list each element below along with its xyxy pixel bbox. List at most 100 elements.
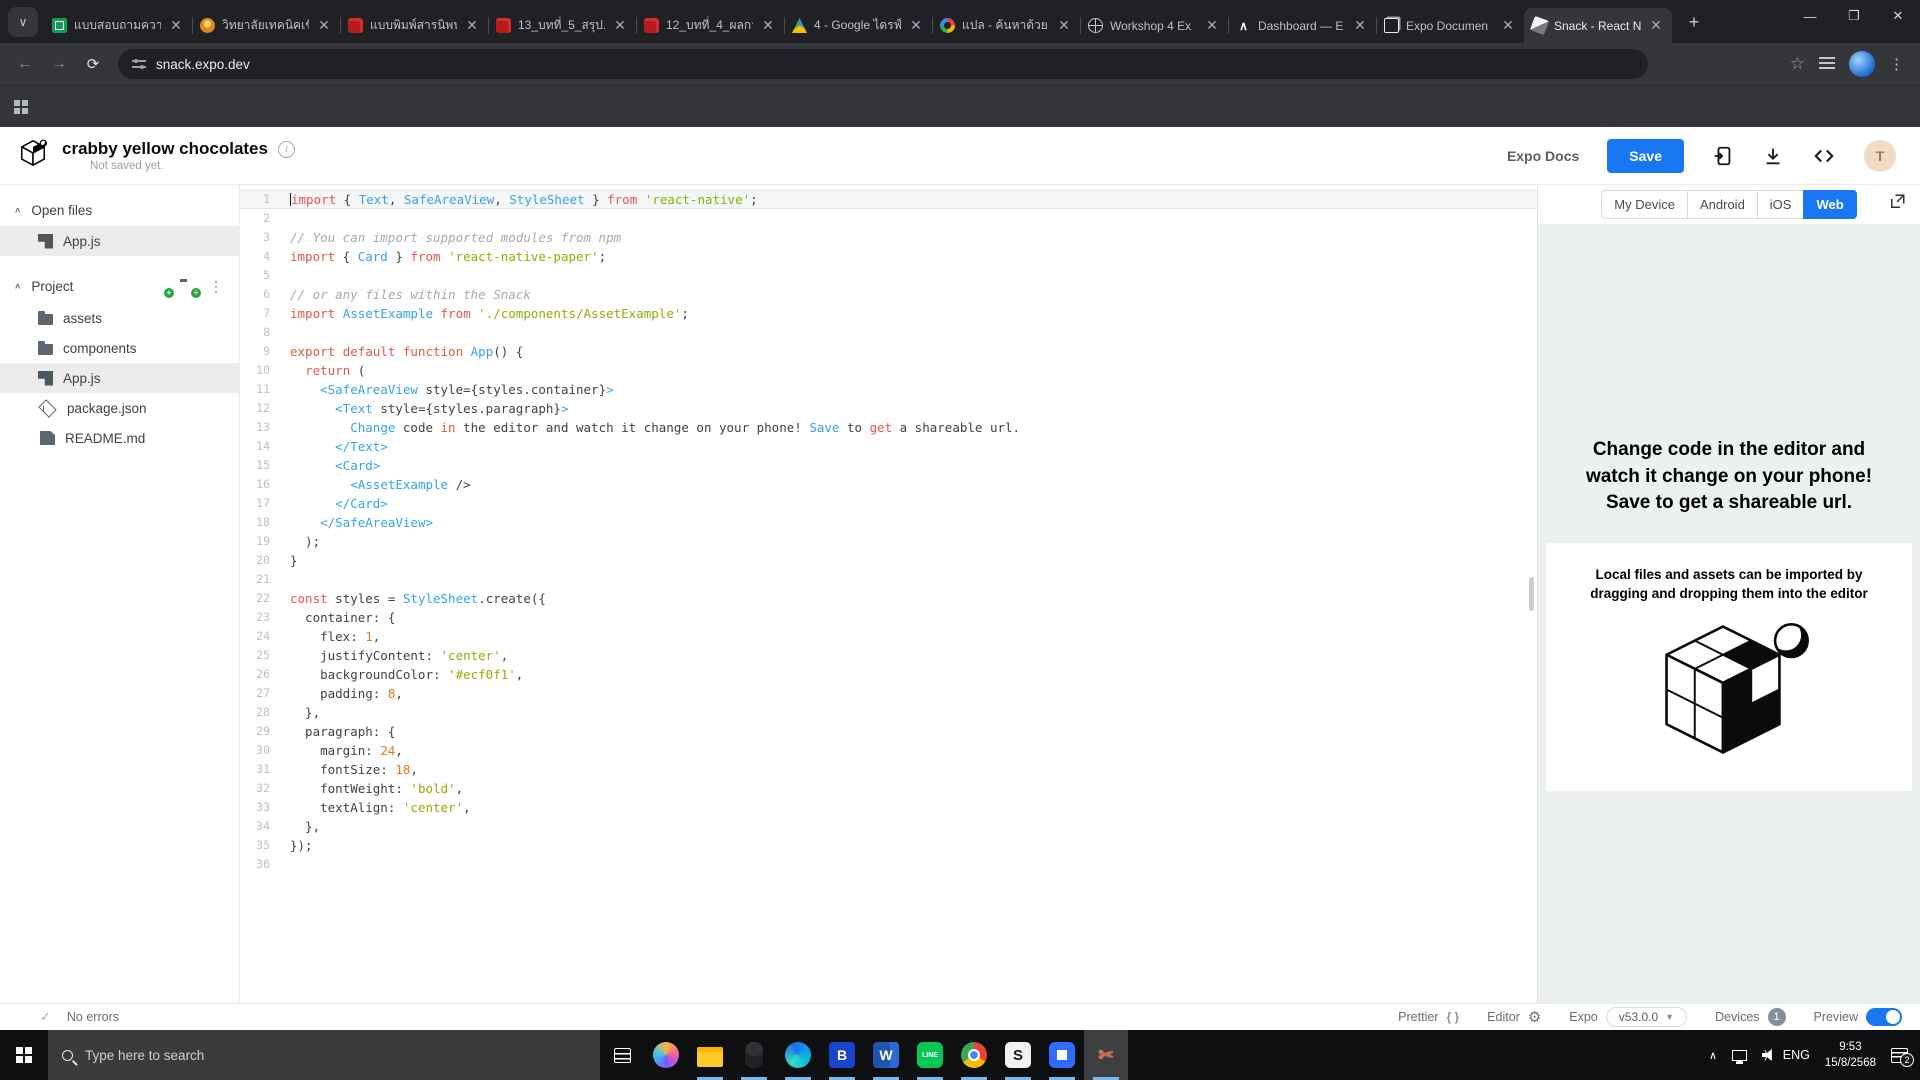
code-line: 7import AssetExample from './components/… [240,304,1537,323]
sidebar-item-app-js[interactable]: App.js [0,226,239,256]
minimize-button[interactable]: — [1788,0,1832,32]
tab-close-icon[interactable]: ✕ [168,18,184,34]
screen-capture-icon[interactable]: ✂ [1084,1030,1128,1080]
tab-close-icon[interactable]: ✕ [316,18,332,34]
expo-docs-link[interactable]: Expo Docs [1507,148,1579,164]
taskbar-search-input[interactable]: Type here to search [48,1030,600,1080]
paint-app-icon[interactable]: B [820,1030,864,1080]
task-view-button[interactable] [600,1030,644,1080]
language-indicator[interactable]: ENG [1783,1048,1810,1062]
start-button[interactable] [0,1030,48,1080]
globe-favicon [1088,18,1103,33]
tab-close-icon[interactable]: ✕ [760,18,776,34]
maximize-button[interactable]: ❐ [1832,0,1876,32]
reload-button[interactable]: ⟳ [78,49,108,79]
device-tab-android[interactable]: Android [1687,190,1758,219]
tab-close-icon[interactable]: ✕ [1204,18,1220,34]
url-text: snack.expo.dev [156,57,250,72]
back-button[interactable]: ← [10,49,40,79]
copilot-icon[interactable] [644,1030,688,1080]
new-tab-button[interactable]: + [1680,8,1708,36]
browser-tab[interactable]: Snack - React N✕ [1524,8,1672,43]
sidebar-item-readme-md[interactable]: README.md [0,423,239,453]
site-info-icon[interactable] [132,57,146,71]
code-editor[interactable]: 1import { Text, SafeAreaView, StyleSheet… [240,185,1537,1003]
browser-tab[interactable]: วิทยาลัยเทคนิคเชี✕ [192,8,340,43]
save-button[interactable]: Save [1607,139,1684,173]
forward-button[interactable]: → [44,49,74,79]
code-line: 21 [240,570,1537,589]
line-number: 26 [240,665,290,684]
address-bar[interactable]: snack.expo.dev [118,49,1648,79]
file-explorer-icon[interactable] [688,1030,732,1080]
project-header[interactable]: ∧ Project + + ⋮ [0,270,239,303]
open-external-icon[interactable] [1888,193,1906,216]
browser-tab[interactable]: Expo Documen✕ [1376,8,1524,43]
window-controls: — ❐ ✕ [1788,0,1920,32]
sidebar-item-components[interactable]: components [0,333,239,363]
sdk-version-dropdown[interactable]: v53.0.0 ▼ [1606,1007,1687,1027]
sidebar-item-assets[interactable]: assets [0,303,239,333]
browser-profile-avatar[interactable] [1849,51,1875,77]
tab-close-icon[interactable]: ✕ [1648,18,1664,34]
volume-icon[interactable]: ) [1762,1049,1768,1061]
new-file-icon[interactable]: + [153,279,170,295]
tab-close-icon[interactable]: ✕ [1352,18,1368,34]
sidebar-item-app-js[interactable]: App.js [0,363,239,393]
browser-tab[interactable]: 12_บทที่_4_ผลกา✕ [636,8,784,43]
line-number: 29 [240,722,290,741]
notification-icon[interactable]: 2 [1891,1048,1908,1063]
embed-code-icon[interactable] [1812,145,1836,167]
s-app-icon[interactable]: S [996,1030,1040,1080]
editor-settings-button[interactable]: Editor ⚙ [1487,1008,1541,1026]
new-folder-icon[interactable]: + [180,279,197,295]
tab-close-icon[interactable]: ✕ [1056,18,1072,34]
run-on-device-icon[interactable] [1712,145,1734,167]
browser-tab[interactable]: Workshop 4 Ex✕ [1080,8,1228,43]
sidebar-item-package-json[interactable]: package.json [0,393,239,423]
tray-chevron-up-icon[interactable]: ∧ [1709,1049,1717,1062]
code-line: 6// or any files within the Snack [240,285,1537,304]
edge-icon[interactable] [776,1030,820,1080]
chrome-icon[interactable] [952,1030,996,1080]
info-icon[interactable]: i [278,141,295,158]
tab-close-icon[interactable]: ✕ [908,18,924,34]
close-button[interactable]: ✕ [1876,0,1920,32]
preview-paragraph: Change code in the editor and watch it c… [1564,437,1894,517]
editor-scrollbar[interactable] [1529,577,1534,611]
blue-app-icon[interactable] [1040,1030,1084,1080]
code-line: 35}); [240,836,1537,855]
browser-tab[interactable]: แปล - ค้นหาด้วย✕ [932,8,1080,43]
preview-toggle[interactable] [1866,1008,1902,1026]
tab-search-button[interactable]: ∨ [8,7,38,37]
browser-tab[interactable]: แบบพิมพ์สารนิพน✕ [340,8,488,43]
browser-tab[interactable]: 4 - Google ไดรฟ์✕ [784,8,932,43]
tab-close-icon[interactable]: ✕ [1500,18,1516,34]
code-line: 15 <Card> [240,456,1537,475]
side-panel-icon[interactable] [1819,57,1835,71]
browser-tab[interactable]: แบบสอบถามควา✕ [44,8,192,43]
browser-tab[interactable]: ∧Dashboard — E✕ [1228,8,1376,43]
tab-close-icon[interactable]: ✕ [612,18,628,34]
network-icon[interactable] [1732,1050,1747,1061]
device-tab-ios[interactable]: iOS [1757,190,1805,219]
line-icon[interactable]: LINE [908,1030,952,1080]
download-icon[interactable] [1762,145,1784,167]
browser-menu-icon[interactable]: ⋮ [1889,55,1904,73]
mouse-utility-icon[interactable] [732,1030,776,1080]
tab-close-icon[interactable]: ✕ [464,18,480,34]
bookmark-star-icon[interactable]: ☆ [1790,54,1805,74]
browser-tab[interactable]: 13_บทที่_5_สรุป.p✕ [488,8,636,43]
project-menu-icon[interactable]: ⋮ [207,278,225,295]
devices-control[interactable]: Devices 1 [1715,1008,1785,1026]
open-files-header[interactable]: ∧ Open files [0,195,239,226]
word-icon[interactable]: W [864,1030,908,1080]
preview-toggle-control[interactable]: Preview [1814,1008,1902,1026]
prettier-button[interactable]: Prettier { } [1398,1010,1459,1024]
device-tab-web[interactable]: Web [1803,190,1856,219]
clock[interactable]: 9:53 15/8/2568 [1825,1039,1876,1071]
device-tab-my-device[interactable]: My Device [1601,190,1688,219]
user-avatar[interactable]: T [1864,140,1896,172]
code-text: }); [290,836,313,855]
apps-grid-icon[interactable] [14,100,28,114]
